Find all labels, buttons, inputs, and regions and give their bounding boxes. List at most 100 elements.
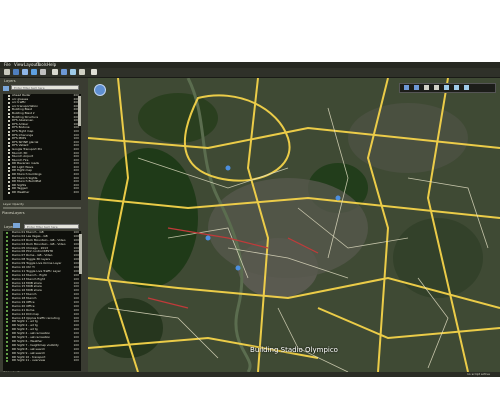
layer-checkbox[interactable] [8,188,10,191]
layer-checkbox[interactable] [8,101,10,104]
layer-checkbox[interactable] [8,184,10,187]
layer-list-scrollbar[interactable] [78,96,81,126]
satellite-map[interactable] [88,78,500,372]
place-status-icon [6,290,8,293]
layer-checkbox[interactable] [8,170,10,173]
place-status-icon [6,340,8,343]
layers-panel-tab[interactable]: Layers [4,79,16,84]
place-status-icon [6,255,8,258]
places-list: Demo 01 Munich - GB 100 Demo 02 Las Vegas … [3,231,81,371]
layer-checkbox[interactable] [8,159,10,162]
place-status-icon [6,317,8,320]
screenshot-icon[interactable] [52,69,58,75]
layer-checkbox[interactable] [8,145,10,148]
settings-icon[interactable] [79,69,85,75]
layer-checkbox[interactable] [8,166,10,169]
layer-checkbox[interactable] [8,148,10,151]
measure-icon[interactable] [70,69,76,75]
place-status-icon [6,286,8,289]
layer-search-input[interactable]: Enter filter text here [11,85,79,90]
layer-list: Ahead Radar 200 arc glasses 200 arc traffic 2… [3,94,81,200]
layer-checkbox[interactable] [8,123,10,126]
place-status-icon [6,270,8,273]
globe-icon[interactable] [22,69,28,75]
compass-icon[interactable] [94,84,106,96]
place-status-icon [6,232,8,234]
place-name: RD Sight 11 - overview [12,358,46,363]
layer-checkbox[interactable] [8,137,10,140]
place-status-icon [6,282,8,285]
place-status-icon [6,329,8,332]
fullscreen-icon[interactable] [454,85,459,90]
layer-checkbox[interactable] [8,105,10,108]
layer-checkbox[interactable] [8,119,10,122]
tab-layers[interactable]: Layers [13,211,25,216]
place-status-icon [6,259,8,262]
map-caption: Building Stadio Olympico [250,346,338,354]
place-status-icon [6,294,8,297]
status-text: no script active [466,372,490,376]
toolbar [0,68,500,78]
zoom-out-icon[interactable] [414,85,419,90]
layer-list-item[interactable]: RD Weather 200 [3,190,81,195]
layer-checkbox[interactable] [8,163,10,166]
place-value: 100 [73,358,79,363]
place-status-icon [6,360,8,363]
layers-icon[interactable] [444,85,449,90]
layer-opacity-slider[interactable] [3,207,81,209]
measure-tool-icon[interactable] [464,85,469,90]
layer-opacity-label: Layer Opacity [3,202,24,206]
layer-checkbox[interactable] [8,116,10,119]
place-status-icon [6,251,8,254]
layer-checkbox[interactable] [8,152,10,155]
navigate-icon[interactable] [31,69,37,75]
layer-checkbox[interactable] [8,181,10,184]
tilt-icon[interactable] [424,85,429,90]
layer-checkbox[interactable] [8,130,10,133]
layer-name: RD Weather [12,190,30,195]
layer-checkbox[interactable] [8,98,10,101]
places-search-input[interactable]: Enter filter text here [24,224,79,229]
layer-checkbox[interactable] [8,191,10,194]
layer-checkbox[interactable] [8,112,10,115]
place-status-icon [6,239,8,242]
application-window: File View Layouts Tools Help Layers Ente… [0,62,500,377]
zoom-in-icon[interactable] [404,85,409,90]
map-view[interactable]: Building Stadio Olympico [88,78,500,372]
left-sidebar: Layers Enter filter text here Ahead Rada… [0,78,86,377]
layer-checkbox[interactable] [8,134,10,137]
place-list-item[interactable]: RD Sight 11 - overview 100 [3,358,81,363]
window-icon[interactable] [91,69,97,75]
map-toolbar [399,83,496,93]
layer-checkbox[interactable] [8,177,10,180]
layer-checkbox[interactable] [8,109,10,112]
layer-checkbox[interactable] [8,155,10,158]
place-status-icon [6,325,8,328]
place-status-icon [6,235,8,238]
info-icon[interactable] [61,69,67,75]
places-list-scrollbar[interactable] [79,234,82,274]
save-icon[interactable] [13,69,19,75]
place-status-icon [6,309,8,312]
filter-icon[interactable] [3,86,9,91]
place-status-icon [6,305,8,308]
place-status-icon [6,274,8,277]
layer-value: 200 [73,190,79,195]
place-status-icon [6,302,8,305]
tab-places[interactable]: Places [2,211,13,216]
status-bar: no script active [0,372,500,377]
print-icon[interactable] [40,69,46,75]
place-status-icon [6,247,8,250]
folder-icon[interactable] [13,223,20,228]
rotate-icon[interactable] [434,85,439,90]
place-status-icon [6,344,8,347]
place-status-icon [6,337,8,340]
place-status-icon [6,313,8,316]
place-status-icon [6,352,8,355]
layer-checkbox[interactable] [8,127,10,130]
place-status-icon [6,243,8,246]
layer-checkbox[interactable] [8,173,10,176]
new-icon[interactable] [4,69,10,75]
layer-checkbox[interactable] [8,94,10,97]
layer-checkbox[interactable] [8,141,10,144]
